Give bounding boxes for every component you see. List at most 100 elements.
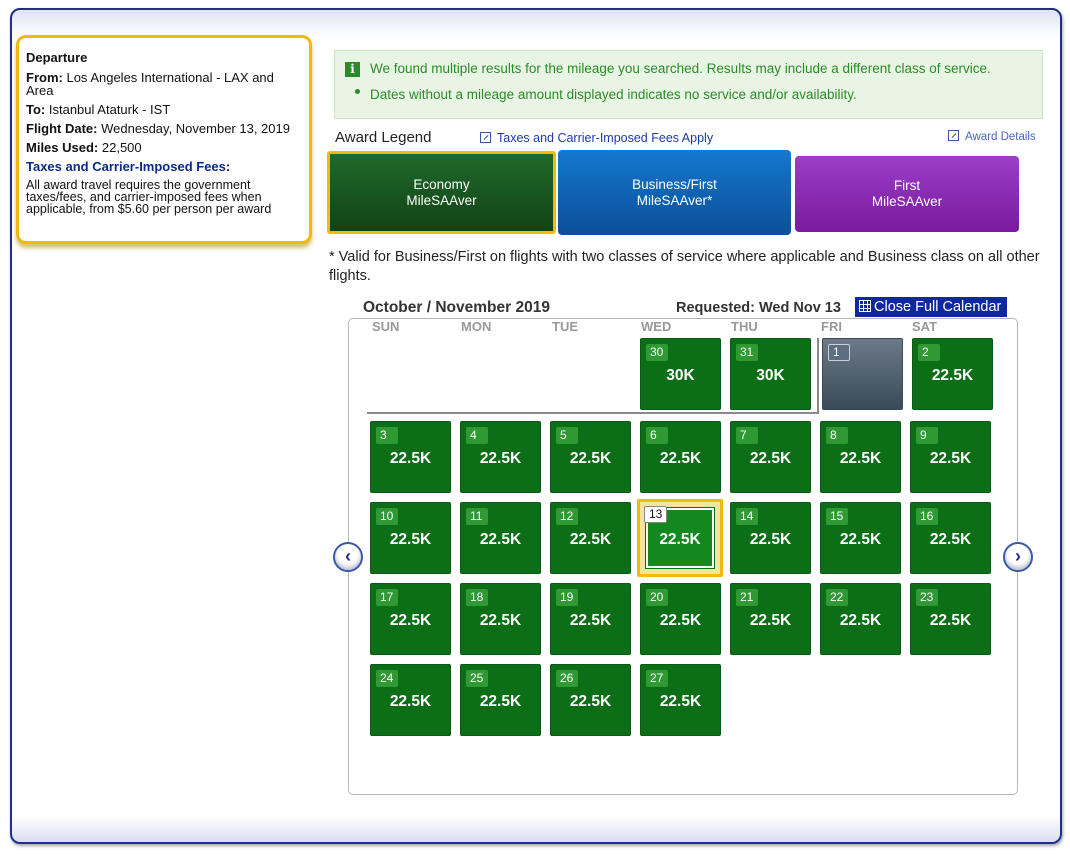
day-miles: 22.5K — [929, 450, 972, 467]
calendar-day-nov-20[interactable]: 20 22.5K — [640, 583, 721, 655]
business-first-milesaaver-button[interactable]: Business/First MileSAAver* — [558, 150, 791, 235]
calendar-day-nov-24[interactable]: 24 22.5K — [370, 664, 451, 736]
day-miles: 22.5K — [929, 531, 972, 548]
calendar-day-oct-31[interactable]: 31 30K — [730, 338, 811, 410]
taxes-fees-link[interactable]: Taxes and Carrier-Imposed Fees Apply — [480, 131, 713, 145]
fees-title-link[interactable]: Taxes and Carrier-Imposed Fees — [26, 159, 226, 174]
to-value: Istanbul Ataturk - IST — [48, 102, 171, 117]
fees-title-colon: : — [225, 159, 231, 174]
next-week-arrow-icon[interactable]: › — [1003, 542, 1033, 572]
day-miles: 22.5K — [659, 450, 702, 467]
calendar-day-nov-19[interactable]: 19 22.5K — [550, 583, 631, 655]
day-number: 16 — [916, 508, 938, 525]
day-number: 13 — [644, 506, 668, 523]
departure-miles: Miles Used: 22,500 — [26, 141, 302, 154]
day-number: 6 — [646, 427, 668, 444]
business-label: Business/First — [632, 176, 717, 192]
calendar-day-nov-17[interactable]: 17 22.5K — [370, 583, 451, 655]
calendar-day-nov-23[interactable]: 23 22.5K — [910, 583, 991, 655]
day-miles: 22.5K — [479, 612, 522, 629]
day-number: 18 — [466, 589, 488, 606]
award-details-link[interactable]: Award Details — [948, 130, 1036, 143]
previous-week-arrow-icon[interactable]: ‹ — [333, 542, 363, 572]
calendar-day-nov-11[interactable]: 11 22.5K — [460, 502, 541, 574]
calendar-day-nov-21[interactable]: 21 22.5K — [730, 583, 811, 655]
calendar-day-nov-5[interactable]: 5 22.5K — [550, 421, 631, 493]
taxes-fees-link-text: Taxes and Carrier-Imposed Fees Apply — [497, 131, 714, 145]
day-miles: 22.5K — [479, 693, 522, 710]
day-miles: 22.5K — [749, 531, 792, 548]
day-miles: 22.5K — [659, 693, 702, 710]
day-miles: 22.5K — [569, 612, 612, 629]
day-miles: 22.5K — [479, 450, 522, 467]
first-milesaaver-button[interactable]: First MileSAAver — [795, 156, 1019, 232]
fees-title: Taxes and Carrier-Imposed Fees: — [26, 159, 302, 174]
info-icon: i — [345, 62, 360, 77]
day-miles: 22.5K — [839, 531, 882, 548]
day-miles: 22.5K — [569, 450, 612, 467]
day-number: 22 — [826, 589, 848, 606]
calendar-day-nov-12[interactable]: 12 22.5K — [550, 502, 631, 574]
dow-thu: THU — [731, 319, 758, 334]
day-miles: 22.5K — [389, 612, 432, 629]
departure-panel: Departure From: Los Angeles Internationa… — [16, 35, 312, 244]
calendar-day-nov-2[interactable]: 2 22.5K — [912, 338, 993, 410]
fees-text: All award travel requires the government… — [26, 178, 272, 216]
day-number: 31 — [736, 344, 758, 361]
day-miles: 22.5K — [839, 612, 882, 629]
business-validity-note: * Valid for Business/First on flights wi… — [329, 249, 1040, 284]
calendar-day-nov-3[interactable]: 3 22.5K — [370, 421, 451, 493]
calendar-month-title: October / November 2019 — [363, 299, 550, 316]
dow-sat: SAT — [912, 319, 938, 334]
calendar-day-nov-10[interactable]: 10 22.5K — [370, 502, 451, 574]
day-number: 23 — [916, 589, 938, 606]
results-notice: i We found multiple results for the mile… — [334, 50, 1043, 119]
day-number: 2 — [918, 344, 940, 361]
departure-date: Flight Date: Wednesday, November 13, 201… — [26, 122, 302, 135]
day-miles: 22.5K — [749, 612, 792, 629]
day-miles: 22.5K — [929, 612, 972, 629]
calendar-day-nov-7[interactable]: 7 22.5K — [730, 421, 811, 493]
calendar-day-oct-30[interactable]: 30 30K — [640, 338, 721, 410]
day-miles: 22.5K — [389, 693, 432, 710]
day-number: 19 — [556, 589, 578, 606]
calendar-day-nov-14[interactable]: 14 22.5K — [730, 502, 811, 574]
calendar-day-nov-26[interactable]: 26 22.5K — [550, 664, 631, 736]
dow-fri: FRI — [821, 319, 842, 334]
economy-milesaaver-button[interactable]: Economy MileSAAver — [327, 151, 556, 234]
business-sublabel: MileSAAver* — [636, 192, 713, 208]
calendar-day-nov-27[interactable]: 27 22.5K — [640, 664, 721, 736]
dow-wed: WED — [641, 319, 672, 334]
month-divider — [817, 338, 819, 414]
bullet-icon — [355, 89, 360, 94]
economy-sublabel: MileSAAver — [406, 192, 477, 208]
calendar-day-nov-15[interactable]: 15 22.5K — [820, 502, 901, 574]
to-label: To: — [26, 102, 46, 117]
day-miles: 22.5K — [931, 367, 974, 384]
day-number: 5 — [556, 427, 578, 444]
day-number: 27 — [646, 670, 668, 687]
close-full-calendar-button[interactable]: Close Full Calendar — [855, 297, 1007, 317]
first-sublabel: MileSAAver — [871, 194, 943, 209]
calendar-day-nov-9[interactable]: 9 22.5K — [910, 421, 991, 493]
calendar-grid-icon — [859, 300, 871, 312]
month-divider — [367, 412, 819, 414]
economy-label: Economy — [413, 176, 470, 192]
day-miles: 22.5K — [659, 531, 701, 548]
day-number: 25 — [466, 670, 488, 687]
calendar-day-nov-8[interactable]: 8 22.5K — [820, 421, 901, 493]
calendar-day-nov-25[interactable]: 25 22.5K — [460, 664, 541, 736]
calendar-day-nov-22[interactable]: 22 22.5K — [820, 583, 901, 655]
calendar-day-nov-16[interactable]: 16 22.5K — [910, 502, 991, 574]
calendar-day-nov-18[interactable]: 18 22.5K — [460, 583, 541, 655]
calendar-day-nov-13-selected[interactable]: 13 22.5K — [637, 499, 723, 577]
miles-value: 22,500 — [101, 140, 142, 155]
dow-sun: SUN — [372, 319, 400, 334]
calendar-day-nov-6[interactable]: 6 22.5K — [640, 421, 721, 493]
day-miles: 22.5K — [569, 693, 612, 710]
first-label: First — [893, 178, 921, 193]
day-number: 24 — [376, 670, 398, 687]
day-miles: 22.5K — [389, 450, 432, 467]
day-number: 20 — [646, 589, 668, 606]
calendar-day-nov-4[interactable]: 4 22.5K — [460, 421, 541, 493]
